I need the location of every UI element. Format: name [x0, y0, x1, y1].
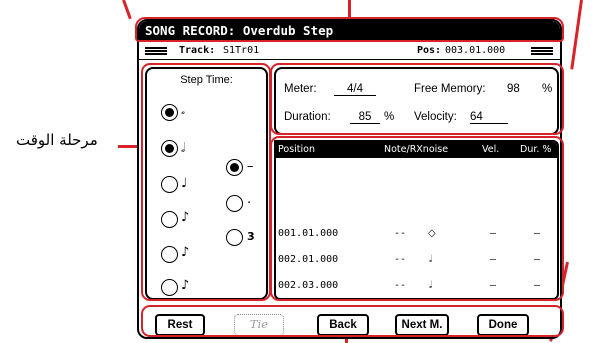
pos-value[interactable]: 003.01.000 — [445, 42, 505, 60]
track-value[interactable]: S1Tr01 — [223, 42, 259, 60]
highlight-buttons — [141, 305, 564, 337]
highlight-title — [135, 17, 564, 42]
menu-lines-icon — [145, 47, 167, 55]
callout-line — [570, 0, 583, 70]
menu-lines-icon — [531, 47, 553, 55]
track-bar: Track: S1Tr01 Pos: 003.01.000 — [139, 42, 560, 60]
track-label: Track: — [179, 45, 216, 56]
highlight-table — [270, 136, 564, 301]
highlight-step-time — [141, 63, 271, 301]
highlight-info — [270, 63, 564, 135]
callout-line — [122, 0, 132, 20]
pos-label: Pos: — [417, 45, 442, 56]
step-time-callout-label: مرحلة الوقت — [16, 131, 98, 149]
